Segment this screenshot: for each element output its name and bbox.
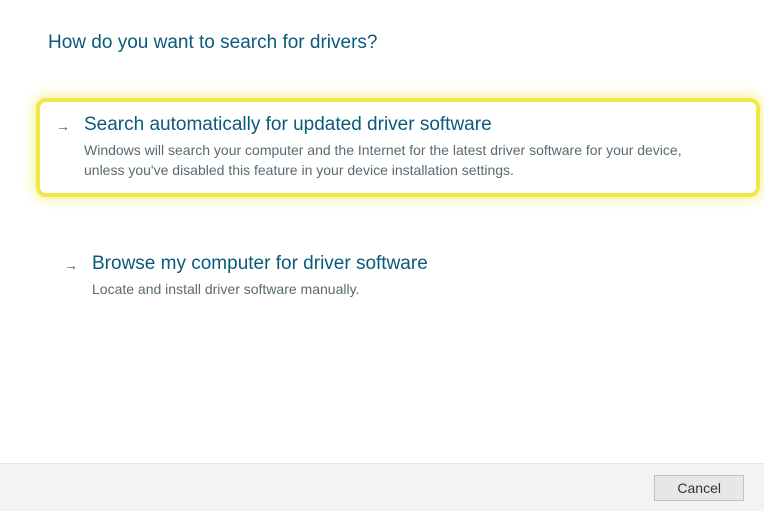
option-description: Windows will search your computer and th… <box>84 140 716 181</box>
dialog-content: How do you want to search for drivers? →… <box>0 0 764 311</box>
option-description: Locate and install driver software manua… <box>92 279 700 299</box>
option-browse-computer[interactable]: → Browse my computer for driver software… <box>48 241 716 311</box>
option-text-block: Search automatically for updated driver … <box>84 114 716 181</box>
option-title: Browse my computer for driver software <box>92 253 700 275</box>
option-search-automatically[interactable]: → Search automatically for updated drive… <box>40 102 756 193</box>
arrow-right-icon: → <box>64 257 82 273</box>
cancel-button[interactable]: Cancel <box>654 475 744 501</box>
dialog-footer: Cancel <box>0 463 764 511</box>
option-title: Search automatically for updated driver … <box>84 114 716 136</box>
dialog-heading: How do you want to search for drivers? <box>48 32 716 54</box>
option-text-block: Browse my computer for driver software L… <box>92 253 700 299</box>
arrow-right-icon: → <box>56 118 74 134</box>
